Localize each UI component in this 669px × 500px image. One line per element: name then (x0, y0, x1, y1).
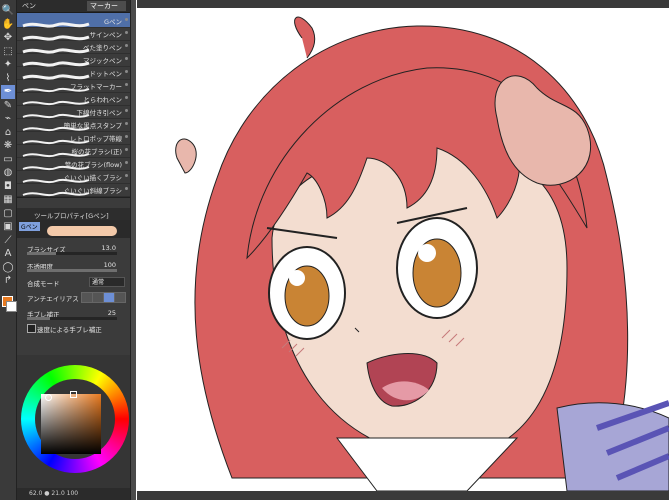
hand-icon[interactable]: ✋ (1, 18, 15, 32)
brush-item[interactable]: ぐいぐい斜線ブラシ (17, 182, 130, 197)
top-ruler (137, 0, 669, 8)
brush-name: マジックペン (83, 57, 122, 65)
brush-name: サインペン (89, 31, 123, 39)
eraser-icon[interactable]: ▭ (1, 153, 15, 167)
brush-name: フラットマーカー (70, 83, 122, 91)
brush-settings-dot[interactable] (125, 57, 128, 60)
tool-property-header: ツールプロパティ[Gペン] (17, 208, 130, 220)
brush-name: 葉の花ブラシ(flow) (64, 161, 122, 169)
brush-settings-dot[interactable] (125, 44, 128, 47)
brush-size-value: 13.0 (101, 244, 116, 252)
hue-marker[interactable] (70, 391, 77, 398)
brush-name: レトロポップ帯線 (70, 135, 122, 143)
move-icon[interactable]: ✥ (1, 31, 15, 45)
speed-stabilization-checkbox[interactable] (27, 324, 36, 333)
stabilization-value: 25 (107, 309, 116, 317)
brush-name: べた塗りペン (83, 44, 122, 52)
select-icon[interactable]: ⬚ (1, 45, 15, 59)
pencil-icon[interactable]: ✎ (1, 99, 15, 113)
opacity-row[interactable]: 不透明度 100 (17, 259, 130, 272)
pen-icon[interactable]: ✒ (1, 85, 15, 99)
brush-settings-dot[interactable] (125, 174, 128, 177)
tab-pen[interactable]: ペン (19, 1, 58, 11)
brush-name: ぐいぐい描くブラシ (63, 174, 122, 182)
figure-icon[interactable]: ▢ (1, 207, 15, 221)
brush-settings-dot[interactable] (125, 18, 128, 21)
brush-name: 下線付き引ペン (76, 109, 123, 117)
antialias-row: アンチエイリアス (17, 291, 130, 303)
opacity-slider[interactable] (27, 269, 117, 272)
brush-name: とらわれペン (83, 96, 122, 104)
gradient-icon[interactable]: ▦ (1, 193, 15, 207)
brush-stroke-preview (21, 54, 91, 67)
panel-scrollbar[interactable] (131, 0, 136, 500)
brush-settings-dot[interactable] (125, 122, 128, 125)
brush-name: Gペン (103, 18, 122, 26)
blend-mode-row: 合成モード 通常 (17, 276, 130, 288)
tool-palette: 🔍 ✋ ✥ ⬚ ✦ ⌇ ✒ ✎ ⌁ ⌂ ❋ ▭ ◍ ◘ ▦ ▢ ▣ ⟋ A ◯ ↱ (0, 0, 17, 500)
balloon-icon[interactable]: ◯ (1, 261, 15, 275)
bottom-scrollbar[interactable] (137, 491, 669, 500)
opacity-value: 100 (103, 261, 116, 269)
correct-line-icon[interactable]: ↱ (1, 274, 15, 288)
divider (17, 197, 130, 198)
tool-property-title: ツールプロパティ[Gペン] (34, 212, 109, 220)
color-wheel-panel (17, 355, 130, 488)
saturation-value-box[interactable] (41, 394, 101, 454)
blend-icon[interactable]: ◍ (1, 166, 15, 180)
brush-icon[interactable]: ⌁ (1, 112, 15, 126)
airbrush-icon[interactable]: ⌂ (1, 126, 15, 140)
brush-settings-dot[interactable] (125, 96, 128, 99)
brush-stroke-preview (21, 67, 91, 80)
brush-settings-dot[interactable] (125, 161, 128, 164)
stroke-preview-bar: Gペン (17, 220, 130, 238)
brush-name: 簡単な黒点スタンプ (63, 122, 122, 130)
brush-name: ぐいぐい斜線ブラシ (63, 187, 122, 195)
brush-stroke-preview (21, 15, 91, 28)
brush-settings-dot[interactable] (125, 109, 128, 112)
artwork (175, 16, 669, 491)
stabilization-slider[interactable] (27, 317, 117, 320)
decoration-icon[interactable]: ❋ (1, 139, 15, 153)
stabilization-row[interactable]: 手ブレ補正 25 (17, 307, 130, 320)
sv-marker[interactable] (45, 394, 52, 401)
stroke-preview-tab[interactable]: Gペン (19, 222, 40, 231)
wand-icon[interactable]: ✦ (1, 58, 15, 72)
brush-panel: ペン マーカー Gペン サインペン べた塗りペン マジックペン ドットペン フラットマーカ… (17, 0, 131, 500)
stroke-preview (47, 226, 117, 236)
brush-stroke-preview (21, 93, 91, 106)
brush-settings-dot[interactable] (125, 135, 128, 138)
eyedropper-icon[interactable]: ⌇ (1, 72, 15, 86)
brush-name: 桜の花ブラシ(正) (71, 148, 122, 156)
tab-marker[interactable]: マーカー (87, 1, 126, 11)
brush-size-slider[interactable] (27, 252, 117, 255)
sub-tool-tabs: ペン マーカー (17, 0, 130, 13)
antialias-strong[interactable] (114, 292, 126, 303)
brush-name: ドットペン (89, 70, 123, 78)
speed-stabilization-label: 速度による手ブレ補正 (37, 326, 102, 334)
zoom-icon[interactable]: 🔍 (1, 4, 15, 18)
speed-stabilization-row: 速度による手ブレ補正 (17, 322, 130, 334)
blend-mode-label: 合成モード (27, 280, 60, 288)
brush-settings-dot[interactable] (125, 187, 128, 190)
frame-icon[interactable]: ▣ (1, 220, 15, 234)
brush-settings-dot[interactable] (125, 83, 128, 86)
antialias-label: アンチエイリアス (27, 295, 79, 303)
panel-status-bar: 62.0 ● 21.0 100 (17, 488, 130, 500)
status-text: 62.0 ● 21.0 100 (29, 490, 79, 497)
sub-color-swatch[interactable] (6, 301, 17, 312)
text-icon[interactable]: A (1, 247, 15, 261)
ruler-icon[interactable]: ⟋ (1, 234, 15, 248)
fill-icon[interactable]: ◘ (1, 180, 15, 194)
drawing-canvas[interactable] (137, 8, 669, 491)
brush-stroke-preview (21, 41, 91, 54)
brush-settings-dot[interactable] (125, 70, 128, 73)
brush-stroke-preview (21, 28, 91, 41)
brush-size-row[interactable]: ブラシサイズ 13.0 (17, 242, 130, 255)
brush-settings-dot[interactable] (125, 148, 128, 151)
brush-list: Gペンサインペンべた塗りペン マジックペンドットペンフラットマーカーとらわれペン下… (17, 13, 130, 197)
brush-settings-dot[interactable] (125, 31, 128, 34)
blend-mode-select[interactable]: 通常 (89, 277, 125, 287)
